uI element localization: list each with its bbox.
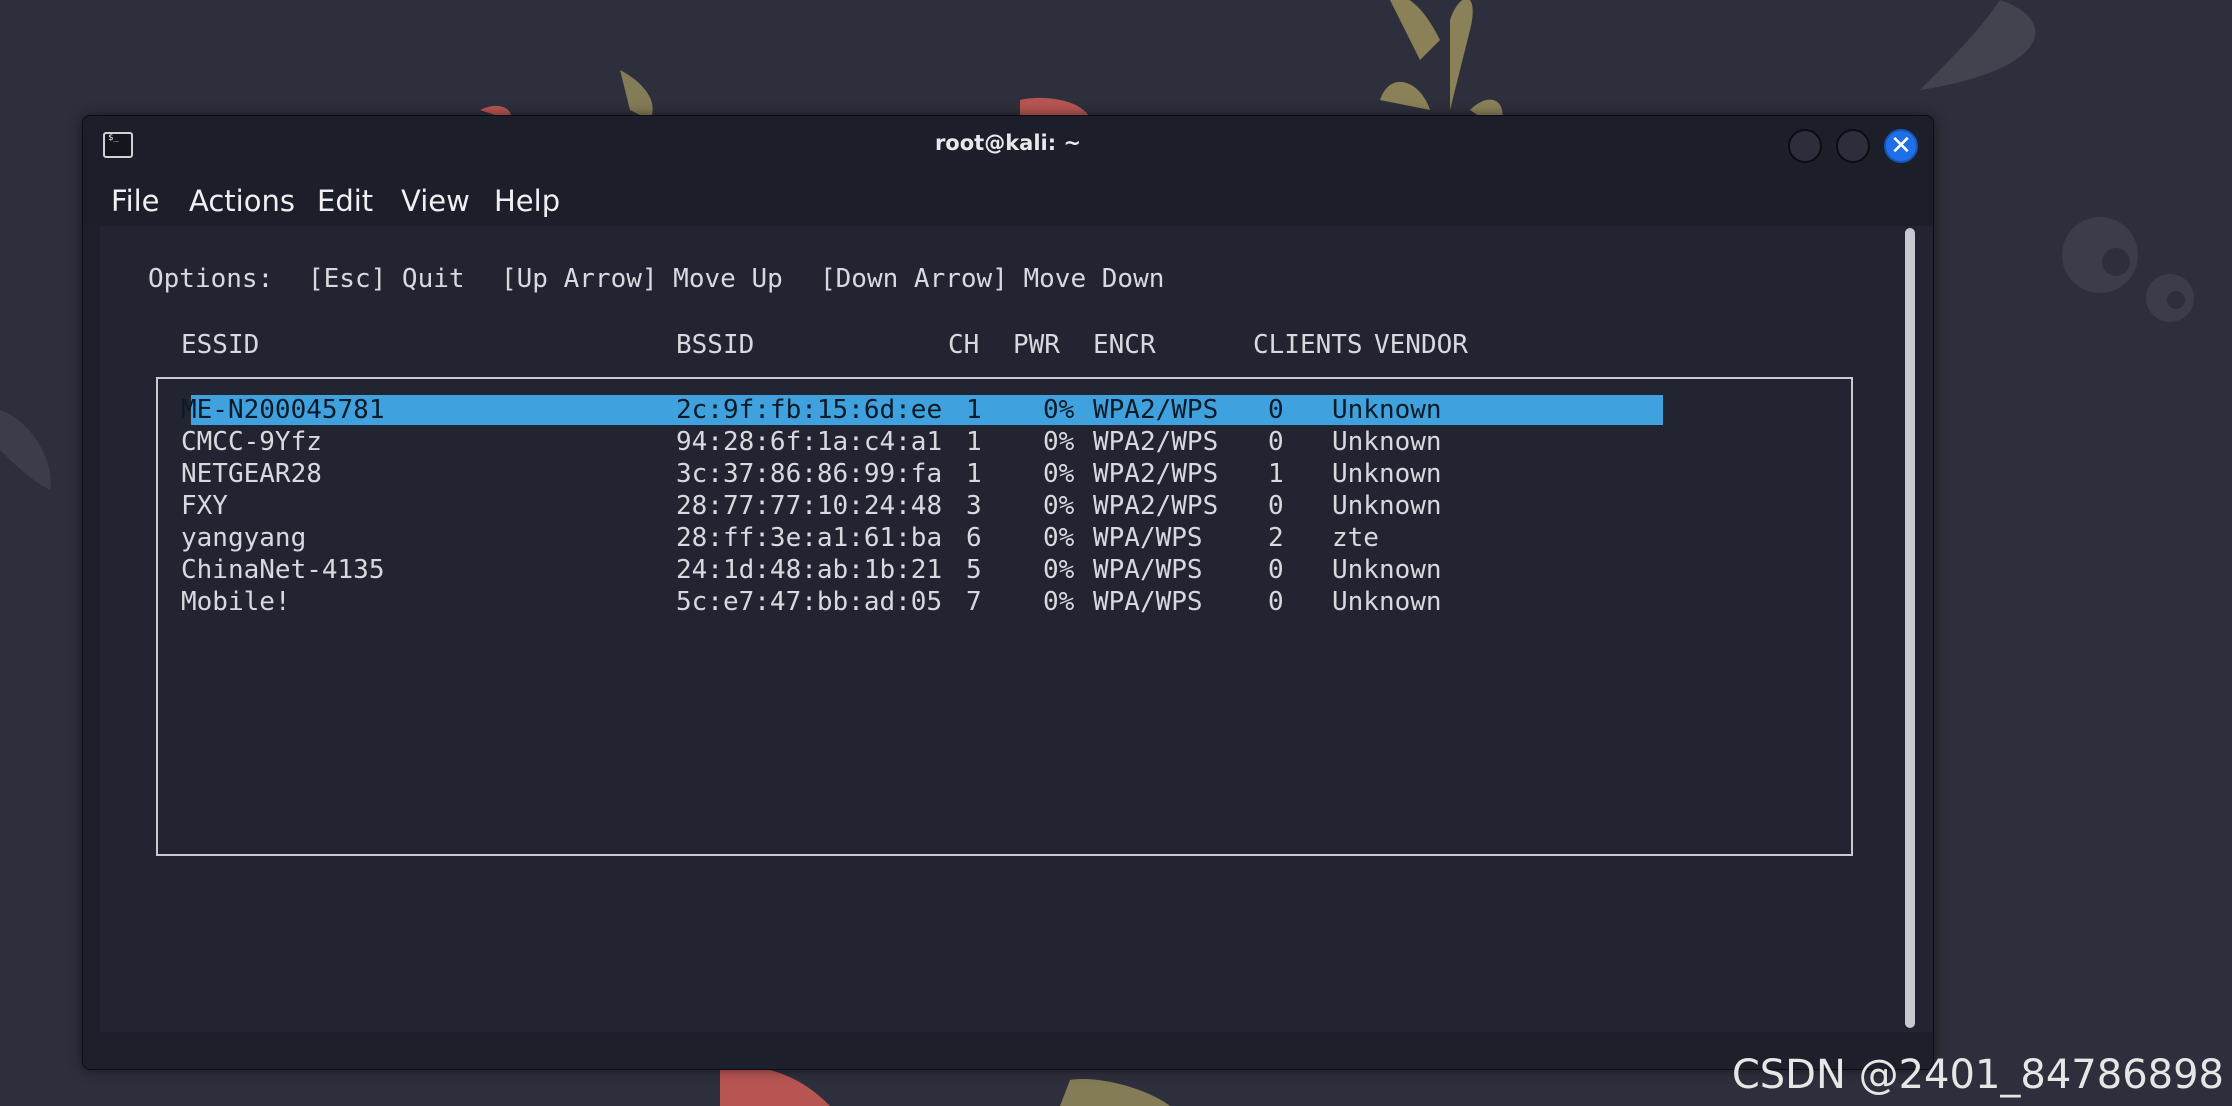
terminal-window: $_ root@kali: ~ ✕ File Actions Edit View… <box>82 115 1934 1070</box>
cell-ch: 3 <box>966 491 982 521</box>
close-button[interactable]: ✕ <box>1884 129 1918 163</box>
cell-clients: 0 <box>1268 427 1284 457</box>
cell-vendor: Unknown <box>1332 427 1442 457</box>
menu-edit[interactable]: Edit <box>317 184 373 218</box>
cell-vendor: Unknown <box>1332 587 1442 617</box>
col-bssid: BSSID <box>676 330 755 360</box>
title-bar[interactable]: $_ root@kali: ~ ✕ <box>83 116 1933 174</box>
cell-bssid: 5c:e7:47:bb:ad:05 <box>676 587 943 617</box>
network-row[interactable]: FXY 28:77:77:10:24:48 3 0% WPA2/WPS 0 Unknown <box>83 491 1883 523</box>
cell-vendor: Unknown <box>1332 395 1442 425</box>
cell-clients: 0 <box>1268 491 1284 521</box>
cell-bssid: 24:1d:48:ab:1b:21 <box>676 555 943 585</box>
network-row[interactable]: ChinaNet-4135 24:1d:48:ab:1b:21 5 0% WPA/WPS… <box>83 555 1883 587</box>
cell-bssid: 3c:37:86:86:99:fa <box>676 459 943 489</box>
close-icon: ✕ <box>1890 131 1912 161</box>
minimize-button[interactable] <box>1788 129 1822 163</box>
menu-file[interactable]: File <box>111 184 160 218</box>
cell-vendor: Unknown <box>1332 555 1442 585</box>
cell-encr: WPA2/WPS <box>1093 491 1219 521</box>
cell-encr: WPA/WPS <box>1093 555 1203 585</box>
cell-pwr: 0% <box>1043 523 1075 553</box>
menu-help[interactable]: Help <box>494 184 560 218</box>
watermark: CSDN @2401_84786898 <box>1731 1052 2224 1098</box>
cell-pwr: 0% <box>1043 459 1075 489</box>
cell-essid: Mobile! <box>181 587 291 617</box>
cell-ch: 6 <box>966 523 982 553</box>
cell-pwr: 0% <box>1043 395 1075 425</box>
option-move-down: [Down Arrow] Move Down <box>820 264 1165 294</box>
cell-pwr: 0% <box>1043 491 1075 521</box>
menu-actions[interactable]: Actions <box>189 184 295 218</box>
cell-pwr: 0% <box>1043 555 1075 585</box>
cell-essid: CMCC-9Yfz <box>181 427 322 457</box>
cell-bssid: 28:ff:3e:a1:61:ba <box>676 523 943 553</box>
cell-encr: WPA2/WPS <box>1093 427 1219 457</box>
cell-ch: 1 <box>966 459 982 489</box>
cell-essid: ChinaNet-4135 <box>181 555 385 585</box>
cell-clients: 1 <box>1268 459 1284 489</box>
cell-ch: 5 <box>966 555 982 585</box>
col-essid: ESSID <box>181 330 260 360</box>
cell-vendor: Unknown <box>1332 459 1442 489</box>
cell-encr: WPA/WPS <box>1093 587 1203 617</box>
cell-encr: WPA2/WPS <box>1093 395 1219 425</box>
cell-bssid: 94:28:6f:1a:c4:a1 <box>676 427 943 457</box>
menu-bar: File Actions Edit View Help <box>83 174 1933 226</box>
col-clients: CLIENTS <box>1253 330 1363 360</box>
menu-view[interactable]: View <box>401 184 470 218</box>
cell-encr: WPA/WPS <box>1093 523 1203 553</box>
cell-essid: ME-N200045781 <box>181 395 385 425</box>
cell-vendor: Unknown <box>1332 491 1442 521</box>
cell-clients: 2 <box>1268 523 1284 553</box>
terminal-bottom-margin <box>83 1032 1933 1069</box>
cell-clients: 0 <box>1268 587 1284 617</box>
network-row[interactable]: CMCC-9Yfz 94:28:6f:1a:c4:a1 1 0% WPA2/WPS 0 Un… <box>83 427 1883 459</box>
cell-clients: 0 <box>1268 555 1284 585</box>
network-row[interactable]: yangyang 28:ff:3e:a1:61:ba 6 0% WPA/WPS 2 zte <box>83 523 1883 555</box>
cell-ch: 1 <box>966 427 982 457</box>
network-row[interactable]: Mobile! 5c:e7:47:bb:ad:05 7 0% WPA/WPS 0 Unkno… <box>83 587 1883 619</box>
col-ch: CH <box>948 330 980 360</box>
maximize-button[interactable] <box>1836 129 1870 163</box>
window-title: root@kali: ~ <box>934 131 1082 155</box>
cell-bssid: 28:77:77:10:24:48 <box>676 491 943 521</box>
cell-essid: FXY <box>181 491 228 521</box>
scrollbar[interactable] <box>1905 228 1915 1028</box>
col-pwr: PWR <box>1013 330 1060 360</box>
cell-ch: 1 <box>966 395 982 425</box>
col-encr: ENCR <box>1093 330 1156 360</box>
cell-essid: yangyang <box>181 523 307 553</box>
cell-essid: NETGEAR28 <box>181 459 322 489</box>
options-label: Options: <box>148 264 274 294</box>
option-quit: [Esc] Quit <box>308 264 465 294</box>
cell-encr: WPA2/WPS <box>1093 459 1219 489</box>
cell-clients: 0 <box>1268 395 1284 425</box>
network-row[interactable]: ME-N200045781 2c:9f:fb:15:6d:ee 1 0% WPA2/WP… <box>83 395 1883 427</box>
option-move-up: [Up Arrow] Move Up <box>501 264 783 294</box>
cell-pwr: 0% <box>1043 587 1075 617</box>
cell-ch: 7 <box>966 587 982 617</box>
cell-bssid: 2c:9f:fb:15:6d:ee <box>676 395 943 425</box>
col-vendor: VENDOR <box>1374 330 1468 360</box>
cell-pwr: 0% <box>1043 427 1075 457</box>
cell-vendor: zte <box>1332 523 1379 553</box>
network-row[interactable]: NETGEAR28 3c:37:86:86:99:fa 1 0% WPA2/WPS 1 Un… <box>83 459 1883 491</box>
